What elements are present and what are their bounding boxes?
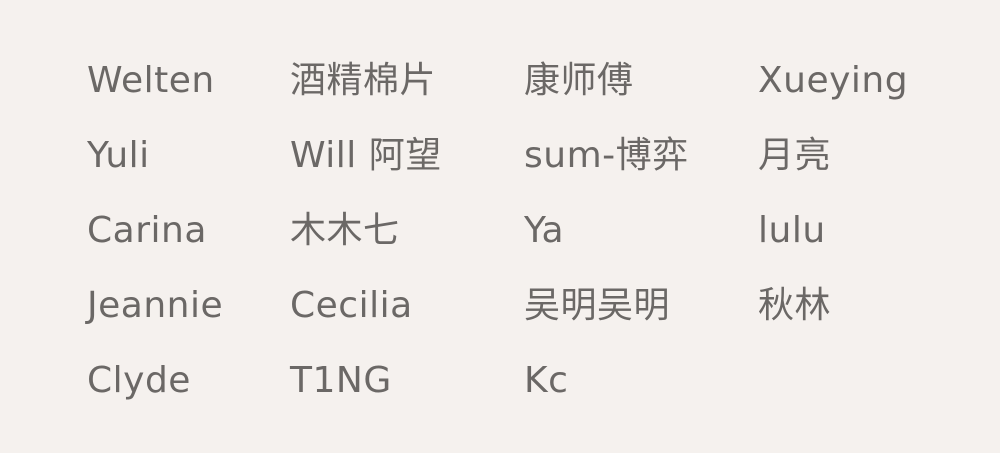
name-item: Clyde bbox=[87, 360, 191, 401]
name-column-4: Xueying 月亮 lulu 秋林 bbox=[758, 58, 968, 358]
name-list-page: Welten Yuli Carina Jeannie Clyde 酒精棉片 Wi… bbox=[0, 0, 1000, 453]
name-column-1: Welten Yuli Carina Jeannie Clyde bbox=[87, 58, 297, 433]
name-item: Jeannie bbox=[87, 285, 224, 326]
name-item: sum-博弈 bbox=[524, 135, 689, 176]
name-item: Xueying bbox=[758, 60, 909, 101]
name-item: 秋林 bbox=[758, 285, 832, 326]
name-item: Carina bbox=[87, 210, 207, 251]
name-item: Kc bbox=[524, 360, 569, 401]
name-item: 酒精棉片 bbox=[290, 60, 437, 101]
name-item: Cecilia bbox=[290, 285, 413, 326]
name-column-2: 酒精棉片 Will 阿望 木木七 Cecilia T1NG bbox=[290, 58, 500, 433]
name-item: lulu bbox=[758, 210, 826, 251]
name-column-3: 康师傅 sum-博弈 Ya 吴明吴明 Kc bbox=[524, 58, 734, 433]
name-item: 木木七 bbox=[290, 210, 400, 251]
name-item: 月亮 bbox=[758, 135, 832, 176]
name-item: 康师傅 bbox=[524, 60, 634, 101]
name-item: T1NG bbox=[290, 360, 392, 401]
name-item: Will 阿望 bbox=[290, 135, 442, 176]
name-item: 吴明吴明 bbox=[524, 285, 671, 326]
name-item: Welten bbox=[87, 60, 215, 101]
name-item: Yuli bbox=[87, 135, 150, 176]
name-item: Ya bbox=[524, 210, 565, 251]
